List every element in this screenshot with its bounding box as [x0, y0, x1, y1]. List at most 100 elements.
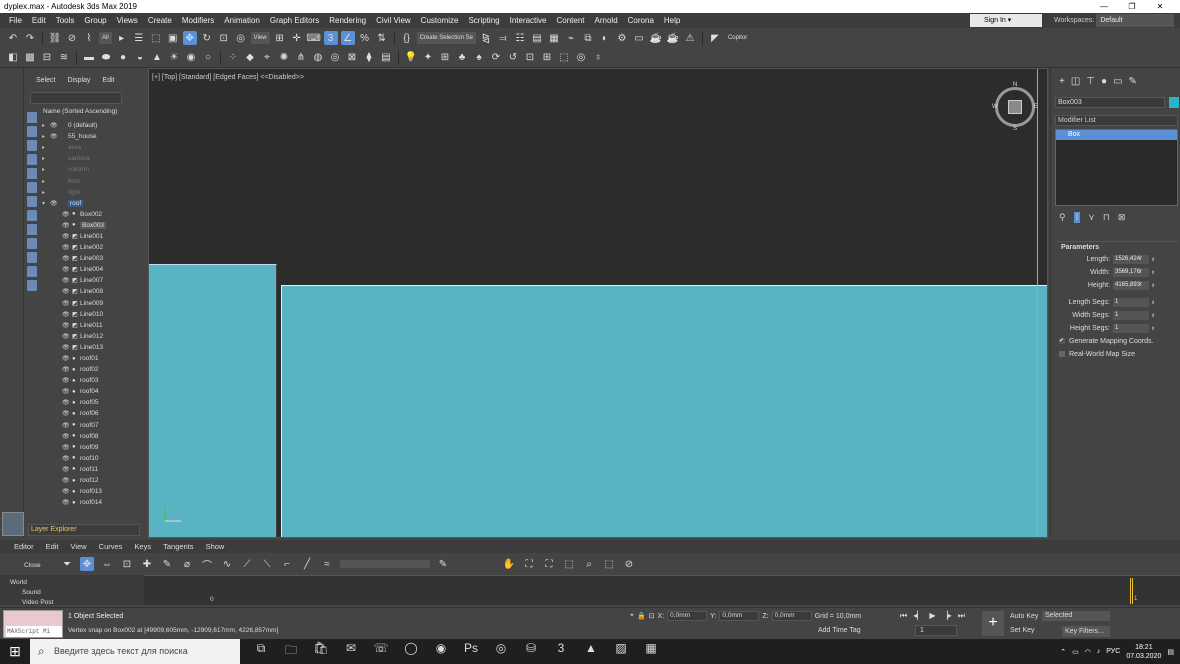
group-filter-icon[interactable]: [27, 196, 37, 207]
clock[interactable]: 18:21 07.03.2020: [1126, 643, 1161, 661]
rendered-frame-icon[interactable]: ▭: [632, 31, 646, 45]
rotate-icon[interactable]: ↻: [200, 31, 214, 45]
tree-row[interactable]: 👁 ◩ Line010: [42, 309, 136, 320]
tangent-fast-icon[interactable]: ⟋: [240, 557, 254, 571]
x-coordinate-field[interactable]: 0,0mm: [667, 611, 708, 621]
tree-row[interactable]: 👁 ● roof09: [42, 442, 136, 453]
spinner-icon[interactable]: ⬍: [1151, 326, 1155, 332]
align-icon[interactable]: ⫤: [496, 31, 510, 45]
visibility-eye-icon[interactable]: 👁: [62, 300, 72, 307]
dome-light-icon[interactable]: ◒: [133, 51, 147, 65]
visibility-eye-icon[interactable]: 👁: [62, 399, 72, 406]
container-filter-icon[interactable]: [27, 238, 37, 249]
pin-stack-icon[interactable]: ⚲: [1059, 212, 1066, 223]
hidden-filter-icon[interactable]: [27, 266, 37, 277]
bulb-icon[interactable]: ○: [201, 51, 215, 65]
goto-end-icon[interactable]: ⏭: [958, 611, 965, 621]
tree-row[interactable]: 👁 ● roof013: [42, 486, 136, 497]
tree-row[interactable]: 👁 ◩ Line012: [42, 331, 136, 342]
sphere-icon[interactable]: ●: [116, 51, 130, 65]
motion-tab-icon[interactable]: ●: [1101, 76, 1107, 87]
prev-frame-icon[interactable]: ◂▏: [913, 611, 923, 621]
decal-icon[interactable]: ◍: [311, 51, 325, 65]
lock-selection-icon[interactable]: 🔒: [637, 612, 646, 620]
all-filter-icon[interactable]: [27, 280, 37, 291]
move-keys-icon[interactable]: ✥: [80, 557, 94, 571]
edit-named-sets-icon[interactable]: {}: [400, 31, 414, 45]
curve-menu-editor[interactable]: Editor: [8, 542, 40, 551]
selection-filter-dropdown[interactable]: All: [99, 32, 112, 44]
expand-arrow-icon[interactable]: ▸: [42, 178, 50, 185]
menu-modifiers[interactable]: Modifiers: [177, 16, 219, 25]
eye-icon[interactable]: ◎: [574, 51, 588, 65]
visibility-eye-icon[interactable]: 👁: [62, 233, 72, 240]
zoom-icon[interactable]: ⌕: [582, 557, 596, 571]
menu-group[interactable]: Group: [79, 16, 111, 25]
menu-edit[interactable]: Edit: [27, 16, 51, 25]
generate-mapping-checkbox[interactable]: Generate Mapping Coords.: [1055, 335, 1178, 348]
make-unique-icon[interactable]: ⋎: [1088, 212, 1095, 223]
expand-arrow-icon[interactable]: ▸: [42, 155, 50, 162]
tangent-smooth-icon[interactable]: ≈: [320, 557, 334, 571]
visibility-eye-icon[interactable]: 👁: [62, 222, 72, 229]
key-filters-button[interactable]: Key Filters...: [1062, 626, 1110, 637]
rotate-view-icon[interactable]: ⟳: [489, 51, 503, 65]
expand-arrow-icon[interactable]: ▸: [42, 133, 50, 140]
curve-menu-show[interactable]: Show: [200, 542, 231, 551]
bone-filter-icon[interactable]: [27, 224, 37, 235]
modify-tab-icon[interactable]: ◫: [1071, 76, 1080, 87]
volume-icon[interactable]: ♪: [1097, 648, 1101, 655]
visibility-eye-icon[interactable]: 👁: [62, 488, 72, 495]
tree-row[interactable]: 👁 ● roof01: [42, 353, 136, 364]
box-object-left[interactable]: [149, 264, 277, 537]
key-selection-dropdown[interactable]: Selected: [1042, 611, 1110, 621]
curve-editor-icon[interactable]: ⌁: [564, 31, 578, 45]
grid-icon[interactable]: ⊞: [540, 51, 554, 65]
helper-filter-icon[interactable]: [27, 168, 37, 179]
tree-row[interactable]: 👁 ◩ Line004: [42, 264, 136, 275]
zoom-horizontal-icon[interactable]: ⛶: [542, 557, 556, 571]
tree-row[interactable]: ▸ camera: [42, 153, 136, 164]
battery-icon[interactable]: ▭: [1072, 648, 1079, 656]
calculator-icon[interactable]: ▦: [636, 641, 666, 662]
menu-tools[interactable]: Tools: [51, 16, 80, 25]
curve-menu-curves[interactable]: Curves: [93, 542, 129, 551]
bind-spacewarp-icon[interactable]: ⌇: [82, 31, 96, 45]
create-tab-icon[interactable]: +: [1059, 76, 1065, 87]
scale-icon[interactable]: ⊡: [217, 31, 231, 45]
current-frame-field[interactable]: 1: [915, 625, 957, 636]
store-icon[interactable]: 🛍: [306, 641, 336, 662]
expand-arrow-icon[interactable]: ▸: [42, 189, 50, 196]
add-time-tag-button[interactable]: Add Time Tag: [818, 627, 861, 634]
keyboard-shortcut-icon[interactable]: ⌨: [306, 31, 320, 45]
tree-row[interactable]: 👁 ◩ Line001: [42, 231, 136, 242]
scene-tab-edit[interactable]: Edit: [102, 77, 114, 84]
chrome-icon[interactable]: ◉: [426, 641, 456, 662]
photos-icon[interactable]: ▨: [606, 641, 636, 662]
tree-row[interactable]: 👁 ◩ Line009: [42, 298, 136, 309]
hierarchy-tab-icon[interactable]: ⊤: [1086, 76, 1095, 87]
frame-icon[interactable]: ⊡: [523, 51, 537, 65]
scene-search-input[interactable]: [30, 92, 122, 104]
object-name-input[interactable]: Box003: [1055, 97, 1165, 108]
curve-menu-view[interactable]: View: [65, 542, 93, 551]
expand-arrow-icon[interactable]: ▾: [42, 200, 50, 207]
scene-explorer-icon[interactable]: ▤: [530, 31, 544, 45]
visibility-eye-icon[interactable]: 👁: [62, 388, 72, 395]
task-view-icon[interactable]: ⧉: [246, 641, 276, 662]
menu-animation[interactable]: Animation: [219, 16, 265, 25]
vfb-icon[interactable]: ▤: [379, 51, 393, 65]
light-filter-icon[interactable]: [27, 140, 37, 151]
visibility-eye-icon[interactable]: 👁: [62, 266, 72, 273]
layer-manager-icon[interactable]: ☷: [513, 31, 527, 45]
box-object-selected[interactable]: [281, 285, 1047, 537]
tree-row[interactable]: 👁 ● roof04: [42, 386, 136, 397]
maxscript-listener[interactable]: MAXScript Mi: [3, 610, 63, 638]
set-key-big-button[interactable]: +: [982, 611, 1004, 636]
3dsmax-icon[interactable]: 3: [546, 641, 576, 662]
visibility-eye-icon[interactable]: 👁: [62, 455, 72, 462]
menu-file[interactable]: File: [4, 16, 27, 25]
curve-close-button[interactable]: Close: [10, 560, 50, 571]
menu-scripting[interactable]: Scripting: [463, 16, 504, 25]
cone-icon[interactable]: ▲: [150, 51, 164, 65]
